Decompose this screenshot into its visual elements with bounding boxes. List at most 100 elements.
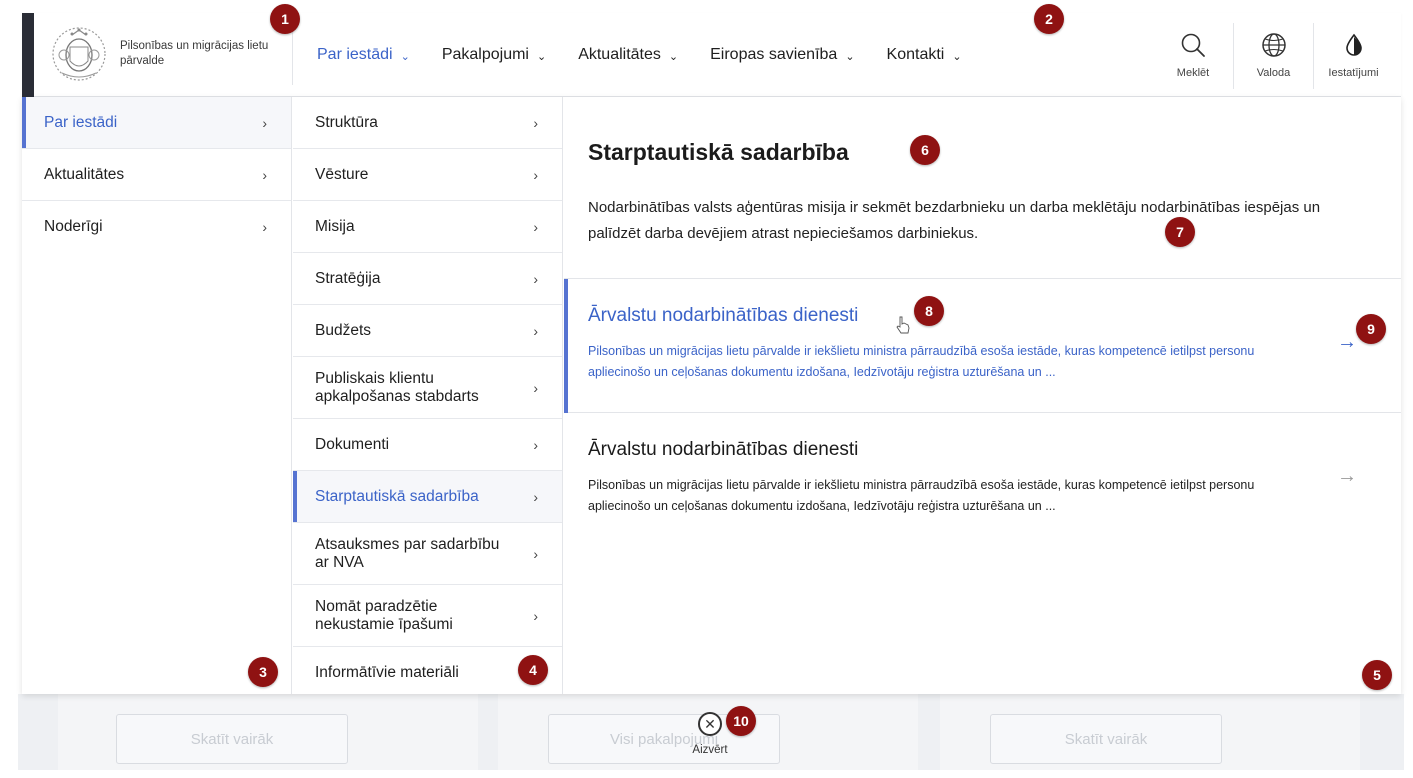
chevron-right-icon: › [533,218,538,235]
detail-card-text: Pilsonības un migrācijas lietu pārvalde … [588,478,1255,513]
nav-item-eiropas-savieniba[interactable]: Eiropas savienība ⌄ [710,13,886,97]
menu-column-level2: Struktūra › Vēsture › Misija › Stratēģij… [293,97,563,694]
submenu-item-label: Dokumenti [315,435,390,453]
submenu-item-label: Starptautiskā sadarbība [315,487,479,505]
submenu-item-vesture[interactable]: Vēsture › [293,149,562,201]
menu-item-par-iestadi[interactable]: Par iestādi › [22,97,291,149]
submenu-item-label: Misija [315,217,355,235]
chevron-down-icon: ⌄ [400,50,410,63]
nav-item-label: Pakalpojumi [441,46,529,63]
submenu-item-label: Stratēģija [315,269,381,287]
globe-icon [1261,33,1286,57]
annotation-marker: 2 [1034,4,1064,34]
mega-menu-panel: Par iestādi › Aktualitātes › Noderīgi › … [22,97,1401,694]
menu-column-level1: Par iestādi › Aktualitātes › Noderīgi › [22,97,292,694]
arrow-right-icon: → [1337,331,1357,353]
detail-header: Starptautiskā sadarbība Nodarbinātības v… [564,97,1401,279]
language-button[interactable]: Valoda [1233,23,1313,89]
submenu-item-nekustamie-ipasumi[interactable]: Nomāt paradzētie nekustamie īpašumi › [293,585,562,647]
detail-card-title: Ārvalstu nodarbinātības dienesti [588,305,859,326]
annotation-marker: 7 [1165,217,1195,247]
annotation-marker: 5 [1362,660,1392,690]
annotation-marker: 4 [518,655,548,685]
coat-of-arms-logo[interactable] [50,25,108,83]
chevron-right-icon: › [262,114,267,131]
chevron-right-icon: › [533,379,538,396]
submenu-item-struktura[interactable]: Struktūra › [293,97,562,149]
nav-item-label: Kontakti [886,46,945,63]
chevron-right-icon: › [262,166,267,183]
nav-item-label: Par iestādi [317,46,393,63]
chevron-right-icon: › [533,488,538,505]
search-icon [1181,33,1205,57]
nav-item-par-iestadi[interactable]: Par iestādi ⌄ [317,13,442,97]
hand-cursor-icon [896,316,910,334]
menu-item-noderigi[interactable]: Noderīgi › [22,201,291,253]
annotation-marker: 9 [1356,314,1386,344]
chevron-right-icon: › [533,270,538,287]
submenu-item-label: Budžets [315,321,372,339]
chevron-right-icon: › [533,436,538,453]
detail-title: Starptautiskā sadarbība [588,139,849,165]
main-navigation: Par iestādi ⌄ Pakalpojumi ⌄ Aktualitātes… [317,13,994,97]
nav-item-aktualitates[interactable]: Aktualitātes ⌄ [578,13,710,97]
organization-name: Pilsonības un migrācijas lietu pārvalde [120,40,269,67]
close-icon: ✕ [698,712,722,736]
search-button[interactable]: Meklēt [1153,23,1233,89]
submenu-item-label: Nomāt paradzētie nekustamie īpašumi [315,597,453,633]
detail-card[interactable]: Ārvalstu nodarbinātības dienesti Pilsonī… [564,413,1401,547]
language-label: Valoda [1256,67,1291,79]
menu-item-label: Par iestādi [44,113,118,131]
settings-button[interactable]: Iestatījumi [1313,23,1393,89]
submenu-item-label: Vēsture [315,165,369,183]
menu-detail-panel: Starptautiskā sadarbība Nodarbinātības v… [564,97,1401,694]
submenu-item-budzets[interactable]: Budžets › [293,305,562,357]
detail-card[interactable]: Ārvalstu nodarbinātības dienesti Pilsonī… [564,279,1401,413]
contrast-drop-icon [1345,33,1362,56]
submenu-item-label: Atsauksmes par sadarbību ar NVA [315,535,500,571]
submenu-item-starptautiska-sadarbiba[interactable]: Starptautiskā sadarbība › [293,471,562,523]
nav-item-pakalpojumi[interactable]: Pakalpojumi ⌄ [442,13,578,97]
site-header: Pilsonības un migrācijas lietu pārvalde … [22,13,1401,97]
annotation-marker: 1 [270,4,300,34]
chevron-right-icon: › [533,114,538,131]
detail-card-title: Ārvalstu nodarbinātības dienesti [588,439,859,460]
annotation-marker: 10 [726,706,756,736]
annotation-marker: 6 [910,135,940,165]
menu-item-label: Aktualitātes [44,165,125,183]
detail-card-text: Pilsonības un migrācijas lietu pārvalde … [588,344,1255,379]
arrow-right-icon: → [1337,465,1357,487]
detail-description: Nodarbinātības valsts aģentūras misija i… [588,199,1321,242]
background-more-button[interactable]: Skatīt vairāk [990,714,1222,764]
header-tools: Meklēt Valoda Iestatījumi [1153,23,1393,89]
submenu-item-dokumenti[interactable]: Dokumenti › [293,419,562,471]
nav-item-label: Eiropas savienība [710,46,838,63]
chevron-down-icon: ⌄ [952,50,962,63]
submenu-item-strategija[interactable]: Stratēģija › [293,253,562,305]
background-more-button[interactable]: Skatīt vairāk [116,714,348,764]
submenu-item-misija[interactable]: Misija › [293,201,562,253]
submenu-item-klientu-standarts[interactable]: Publiskais klientu apkalpošanas stabdart… [293,357,562,419]
settings-label: Iestatījumi [1328,67,1379,79]
chevron-down-icon: ⌄ [668,50,679,63]
chevron-down-icon: ⌄ [536,50,547,63]
nav-item-kontakti[interactable]: Kontakti ⌄ [887,13,994,97]
submenu-item-label: Struktūra [315,113,378,131]
chevron-right-icon: › [533,607,538,624]
header-accent-bar [22,13,34,97]
chevron-right-icon: › [533,166,538,183]
search-label: Meklēt [1176,67,1210,79]
submenu-item-label: Informātīvie materiāli [315,664,459,681]
close-label: Aizvērt [692,744,728,756]
chevron-right-icon: › [262,219,267,235]
annotation-marker: 8 [914,296,944,326]
chevron-right-icon: › [533,545,538,562]
menu-item-label: Noderīgi [44,218,103,235]
header-divider [292,25,293,85]
nav-item-label: Aktualitātes [578,46,661,63]
annotation-marker: 3 [248,657,278,687]
submenu-item-atsauksmes[interactable]: Atsauksmes par sadarbību ar NVA › [293,523,562,585]
menu-item-aktualitates[interactable]: Aktualitātes › [22,149,291,201]
submenu-item-label: Publiskais klientu apkalpošanas stabdart… [315,369,479,405]
chevron-right-icon: › [533,322,538,339]
